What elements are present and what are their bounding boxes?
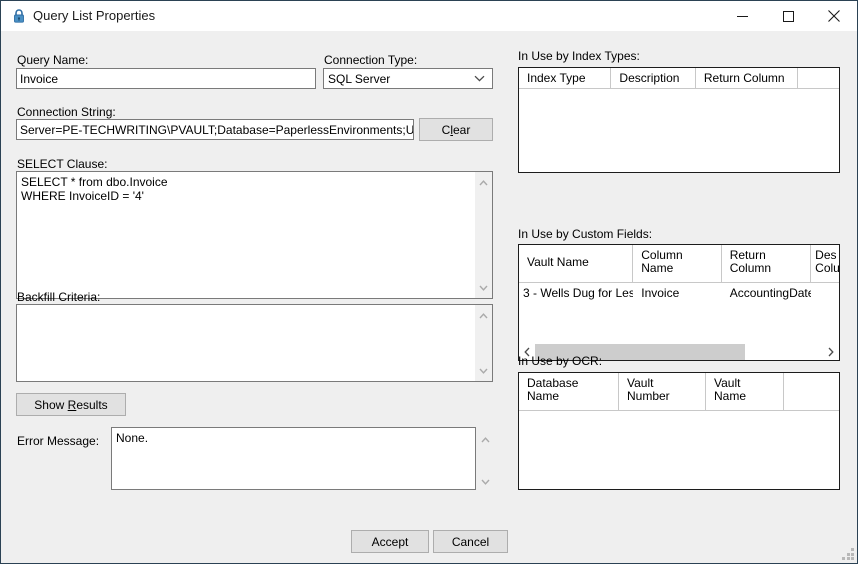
select-clause-label: SELECT Clause: bbox=[17, 157, 108, 171]
resize-grip[interactable] bbox=[842, 548, 854, 560]
custom-fields-label: In Use by Custom Fields: bbox=[518, 227, 653, 241]
chevron-down-icon bbox=[472, 69, 486, 88]
select-clause-textarea[interactable]: SELECT * from dbo.Invoice WHERE InvoiceI… bbox=[16, 171, 493, 299]
error-message-label: Error Message: bbox=[17, 434, 100, 448]
table-row[interactable]: 3 - Wells Dug for Less Invoice Accountin… bbox=[519, 283, 839, 303]
ocr-header: Database Name Vault Number Vault Name bbox=[519, 373, 839, 411]
column-header[interactable]: Column Name bbox=[633, 245, 722, 282]
maximize-icon bbox=[782, 10, 794, 22]
query-list-properties-dialog: Query List Properties Query Name: Invoic… bbox=[0, 0, 858, 564]
column-header[interactable]: Vault Number bbox=[619, 373, 706, 410]
minimize-button[interactable] bbox=[719, 1, 765, 31]
dialog-client-area: Query Name: Invoice Connection Type: SQL… bbox=[1, 31, 857, 563]
error-message-textarea[interactable]: None. bbox=[111, 427, 476, 490]
custom-fields-grid[interactable]: Vault Name Column Name Return Column Des… bbox=[518, 244, 840, 361]
column-header[interactable]: Database Name bbox=[519, 373, 619, 410]
error-message-value: None. bbox=[116, 431, 149, 445]
custom-fields-header: Vault Name Column Name Return Column Des… bbox=[519, 245, 839, 283]
cancel-button-label: Cancel bbox=[451, 534, 490, 549]
backfill-criteria-scrollbar[interactable] bbox=[474, 305, 492, 381]
cell-vault-name: 3 - Wells Dug for Less bbox=[523, 286, 634, 300]
accept-button-label: Accept bbox=[371, 534, 409, 549]
backfill-criteria-label: Backfill Criteria: bbox=[17, 290, 101, 304]
select-clause-value: SELECT * from dbo.Invoice WHERE InvoiceI… bbox=[21, 175, 168, 203]
title-bar: Query List Properties bbox=[1, 1, 857, 32]
maximize-button[interactable] bbox=[765, 1, 811, 31]
column-header[interactable]: Return Column bbox=[696, 68, 799, 88]
column-header[interactable]: Description bbox=[611, 68, 696, 88]
accept-button[interactable]: Accept bbox=[351, 530, 429, 553]
close-button[interactable] bbox=[811, 1, 857, 31]
ocr-grid[interactable]: Database Name Vault Number Vault Name bbox=[518, 372, 840, 490]
column-header[interactable]: Vault Name bbox=[519, 245, 634, 282]
connection-string-value: Server=PE-TECHWRITING\PVAULT;Database=Pa… bbox=[20, 123, 414, 137]
clear-button[interactable]: Clear bbox=[419, 118, 493, 141]
chevron-right-icon[interactable] bbox=[823, 344, 839, 360]
index-types-grid[interactable]: Index Type Description Return Column bbox=[518, 67, 840, 173]
backfill-criteria-textarea[interactable] bbox=[16, 304, 493, 382]
cell-description-column bbox=[811, 283, 839, 303]
clear-button-label: Clear bbox=[441, 122, 471, 137]
cell-return-column: AccountingDate bbox=[729, 286, 812, 300]
error-scroll-down-icon[interactable] bbox=[477, 473, 494, 490]
connection-type-value: SQL Server bbox=[328, 72, 391, 86]
column-header[interactable]: Index Type bbox=[519, 68, 612, 88]
cancel-button[interactable]: Cancel bbox=[433, 530, 508, 553]
query-name-value: Invoice bbox=[20, 72, 59, 86]
scroll-down-icon[interactable] bbox=[475, 279, 492, 296]
ocr-label: In Use by OCR: bbox=[518, 354, 603, 368]
close-icon bbox=[828, 10, 840, 22]
scroll-up-icon[interactable] bbox=[475, 174, 492, 191]
query-name-input[interactable]: Invoice bbox=[16, 68, 316, 89]
connection-type-label: Connection Type: bbox=[324, 53, 418, 67]
window-title: Query List Properties bbox=[33, 8, 156, 23]
column-header[interactable]: Return Column bbox=[722, 245, 812, 282]
query-name-label: Query Name: bbox=[17, 53, 89, 67]
lock-icon bbox=[11, 8, 27, 24]
minimize-icon bbox=[736, 15, 748, 17]
scroll-up-icon[interactable] bbox=[475, 307, 492, 324]
show-results-button-label: Show Results bbox=[34, 397, 108, 412]
connection-type-select[interactable]: SQL Server bbox=[323, 68, 493, 89]
error-scroll-up-icon[interactable] bbox=[477, 431, 494, 448]
show-results-button[interactable]: Show Results bbox=[16, 393, 126, 416]
scroll-down-icon[interactable] bbox=[475, 362, 492, 379]
column-header[interactable]: Des Colu bbox=[811, 245, 839, 282]
select-clause-scrollbar[interactable] bbox=[474, 172, 492, 298]
cell-column-name: Invoice bbox=[641, 286, 680, 300]
connection-string-input[interactable]: Server=PE-TECHWRITING\PVAULT;Database=Pa… bbox=[16, 119, 414, 140]
index-types-label: In Use by Index Types: bbox=[518, 49, 640, 63]
connection-string-label: Connection String: bbox=[17, 105, 116, 119]
index-types-header: Index Type Description Return Column bbox=[519, 68, 839, 89]
column-header[interactable] bbox=[798, 68, 839, 88]
column-header[interactable] bbox=[784, 373, 839, 410]
column-header[interactable]: Vault Name bbox=[706, 373, 784, 410]
